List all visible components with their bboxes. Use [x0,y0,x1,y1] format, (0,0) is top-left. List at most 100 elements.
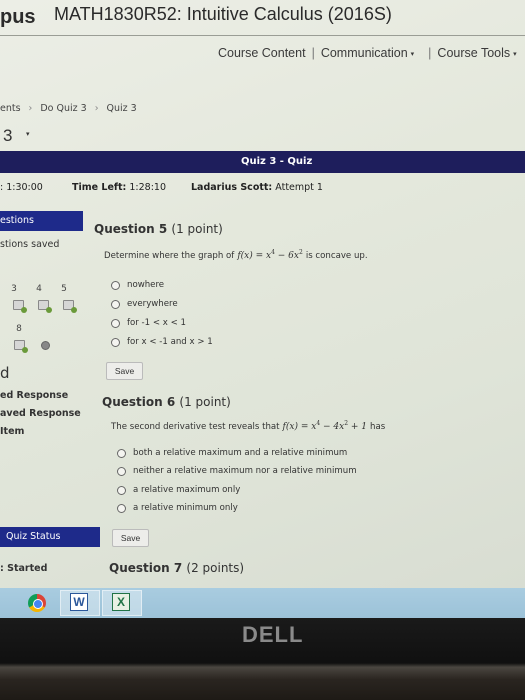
question-number[interactable]: 8 [11,324,27,334]
radio-button[interactable] [117,448,126,458]
question-number[interactable]: 4 [31,284,47,294]
quiz-status-title: Quiz Status [6,531,61,542]
question-5-text: Determine where the graph of f(x) = x4 − … [104,249,368,261]
answer-option[interactable]: for x < -1 and x > 1 [111,337,213,347]
legend-saved-response: ed Response [0,390,69,401]
time-limit: : 1:30:00 [0,182,43,193]
excel-icon[interactable]: X [112,593,130,611]
course-title[interactable]: MATH1830R52: Intuitive Calculus (2016S) [54,4,392,25]
nav-course-tools[interactable]: Course Tools ▾ [437,46,516,60]
answer-option[interactable]: nowhere [111,280,164,290]
breadcrumb-current: Quiz 3 [106,103,137,114]
radio-button[interactable] [111,337,120,347]
time-left: Time Left: 1:28:10 [72,182,166,193]
course-nav: Course Content | Communication ▾ | Course… [218,46,517,60]
chevron-down-icon: ▾ [410,50,415,58]
answer-option[interactable]: everywhere [111,299,178,309]
chevron-right-icon: › [94,103,99,114]
attempt-info: Ladarius Scott: Attempt 1 [191,182,323,193]
question-label: Question 7 [109,561,183,575]
student-name: Ladarius Scott: [191,182,273,193]
questions-panel-header: estions [0,211,83,231]
formula-part: f(x) = x [237,251,272,261]
quiz-status-header: Quiz Status [0,527,100,547]
saved-response-icon[interactable] [13,300,27,313]
nav-course-content[interactable]: Course Content [218,46,306,60]
site-logo[interactable]: pus [0,6,36,29]
option-label: everywhere [127,299,178,309]
question-6-text: The second derivative test reveals that f… [111,420,385,432]
question-text: has [370,422,386,432]
unsaved-response-icon[interactable] [41,341,50,350]
option-label: nowhere [127,280,165,290]
question-number[interactable]: 3 [6,284,22,294]
quiz-title: Quiz 3 - Quiz [241,156,313,167]
formula-part: + 1 [348,422,368,432]
save-question-5-button[interactable]: Save [106,362,143,380]
legend-heading: d [0,364,10,382]
saved-response-icon[interactable] [14,340,28,353]
option-label: a relative minimum only [133,503,238,513]
question-points: (2 points) [186,561,245,575]
questions-panel-title: estions [0,215,34,226]
question-6-title: Question 6 (1 point) [102,395,231,409]
option-label: for -1 < x < 1 [127,318,186,328]
question-points: (1 point) [171,222,223,236]
breadcrumb-item[interactable]: ents [0,103,21,114]
formula-exponent: 2 [299,249,303,256]
formula-part: f(x) = x [282,422,317,432]
answer-option[interactable]: both a relative maximum and a relative m… [117,448,347,458]
radio-button[interactable] [117,466,126,476]
answer-option[interactable]: a relative maximum only [117,485,240,495]
option-label: neither a relative maximum nor a relativ… [133,466,357,476]
chevron-down-icon[interactable]: ▾ [26,130,30,138]
saved-response-icon[interactable] [38,300,52,313]
nav-separator: | [428,46,432,60]
option-label: both a relative maximum and a relative m… [133,448,348,458]
answer-option[interactable]: for -1 < x < 1 [111,318,186,328]
answer-option[interactable]: neither a relative maximum nor a relativ… [117,466,357,476]
question-formula: f(x) = x4 − 4x2 + 1 [282,420,368,432]
question-text: is concave up. [305,251,368,261]
attempt-label: Attempt 1 [275,182,323,193]
dell-logo: DELL [242,622,304,647]
question-text: Determine where the graph of [104,251,235,261]
question-number[interactable]: 5 [56,284,72,294]
question-label: Question 5 [94,222,168,236]
page-title: 3 [3,126,13,145]
formula-part: − 6x [274,251,299,261]
legend-unsaved-response: aved Response [0,408,81,419]
radio-button[interactable] [117,503,126,513]
chevron-right-icon: › [28,103,33,114]
time-left-label: Time Left: [72,182,127,193]
breadcrumb: ents › Do Quiz 3 › Quiz 3 [0,103,137,114]
radio-button[interactable] [117,485,126,495]
radio-button[interactable] [111,318,120,328]
breadcrumb-item[interactable]: Do Quiz 3 [40,103,86,114]
quiz-status-value: : Started [0,563,48,574]
question-label: Question 6 [102,395,176,409]
answer-option[interactable]: a relative minimum only [117,503,238,513]
word-icon[interactable]: W [70,593,88,611]
formula-part: − 4x [320,422,345,432]
question-5-title: Question 5 (1 point) [94,222,223,236]
question-points: (1 point) [179,395,231,409]
legend-item: Item [0,426,25,437]
saved-response-icon[interactable] [63,300,77,313]
course-header: pus MATH1830R52: Intuitive Calculus (201… [0,0,525,36]
questions-saved-status: stions saved [0,239,60,250]
radio-button[interactable] [111,299,120,309]
chrome-icon[interactable] [28,594,46,612]
save-question-6-button[interactable]: Save [112,529,149,547]
nav-communication[interactable]: Communication ▾ [321,46,414,60]
screen: pus MATH1830R52: Intuitive Calculus (201… [0,0,525,588]
nav-course-tools-label: Course Tools [437,46,511,60]
nav-separator: | [311,46,315,60]
question-formula: f(x) = x4 − 6x2 [237,249,303,261]
quiz-title-bar: Quiz 3 - Quiz [0,151,525,173]
nav-communication-label: Communication [320,46,408,60]
radio-button[interactable] [111,280,120,290]
taskbar: W X [0,588,525,618]
chevron-down-icon: ▾ [513,50,517,58]
option-label: a relative maximum only [133,485,241,495]
